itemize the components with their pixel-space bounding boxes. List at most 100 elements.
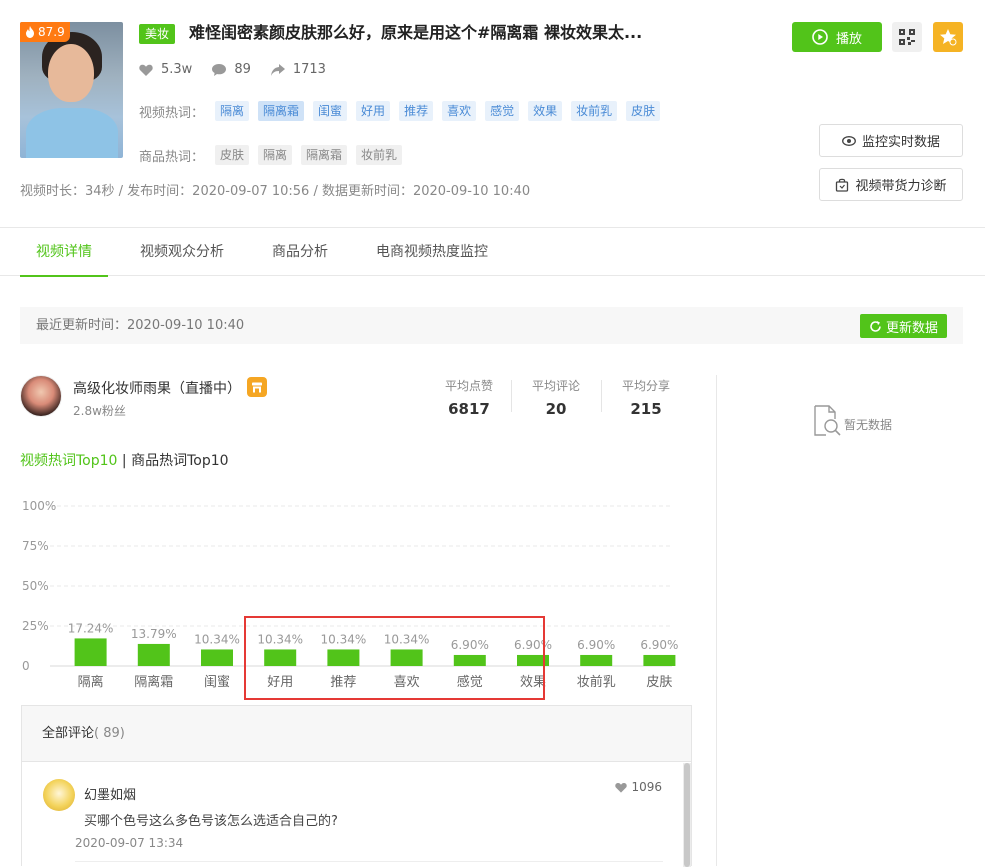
comments-count: 89 [234, 62, 251, 77]
product-hotwords-row: 商品热词： 皮肤 隔离 隔离霜 妆前乳 [139, 145, 411, 165]
comments-scrollbar[interactable] [683, 763, 691, 867]
tab-audience[interactable]: 视频观众分析 [140, 228, 224, 276]
video-tag[interactable]: 隔离 [215, 101, 250, 121]
video-tag[interactable]: 感觉 [485, 101, 520, 121]
comment-divider [75, 861, 663, 862]
comments-title: 全部评论 [42, 726, 95, 741]
heart-icon [139, 64, 153, 76]
video-thumbnail[interactable] [20, 22, 123, 158]
bar-value-label: 10.34% [194, 632, 240, 646]
x-tick-label: 隔离霜 [134, 674, 173, 690]
video-tag[interactable]: 效果 [528, 101, 563, 121]
comment-text: 买哪个色号这么多色号该怎么选适合自己的? [84, 814, 338, 829]
eye-icon [842, 135, 856, 146]
video-hotwords-label: 视频热词： [139, 105, 205, 121]
video-tag[interactable]: 妆前乳 [571, 101, 618, 121]
video-tag[interactable]: 推荐 [399, 101, 434, 121]
shares-count: 1713 [292, 62, 326, 77]
chart-bar [74, 638, 107, 666]
main-tabs: 视频详情 视频观众分析 商品分析 电商视频热度监控 [0, 227, 985, 277]
play-icon [812, 29, 828, 45]
video-tag[interactable]: 喜欢 [442, 101, 477, 121]
commenter-avatar[interactable] [43, 779, 75, 811]
tab-video-keywords[interactable]: 视频热词Top10 [20, 453, 117, 469]
play-label: 播放 [835, 31, 862, 47]
product-tag[interactable]: 妆前乳 [356, 145, 403, 165]
right-panel-divider [716, 375, 717, 866]
x-tick-label: 妆前乳 [577, 674, 616, 690]
avg-shares: 平均分享 215 [601, 377, 691, 418]
shop-icon[interactable] [247, 377, 267, 397]
keyword-tab-separator: | [117, 453, 132, 469]
chart-bar [137, 643, 170, 666]
author-name[interactable]: 高级化妆师雨果（直播中） [73, 378, 241, 398]
update-bar: 最近更新时间：2020-09-10 10:40 更新数据 [20, 307, 963, 344]
tab-video-detail[interactable]: 视频详情 [20, 228, 108, 277]
thumbnail-body [26, 108, 118, 158]
video-tag[interactable]: 闺蜜 [313, 101, 348, 121]
category-badge: 美妆 [139, 24, 176, 44]
comment-icon [212, 64, 227, 76]
product-tag[interactable]: 隔离霜 [301, 145, 348, 165]
comment-date: 2020-09-07 13:34 [75, 836, 184, 850]
comment-likes-count: 1096 [631, 780, 662, 794]
video-meta: 视频时长：34秒 / 发布时间：2020-09-07 10:56 / 数据更新时… [20, 184, 531, 199]
x-tick-label: 闺蜜 [204, 675, 230, 690]
diagnose-label: 视频带货力诊断 [855, 179, 947, 194]
tab-heat-monitor[interactable]: 电商视频热度监控 [376, 228, 488, 276]
keyword-chart-tabs: 视频热词Top10 | 商品热词Top10 [20, 450, 229, 470]
author-avatar[interactable] [20, 375, 62, 417]
chart-bar [201, 649, 233, 666]
hot-score-badge: 87.9 [20, 22, 70, 42]
shares-stat: 1713 [270, 60, 326, 80]
video-tag[interactable]: 隔离霜 [258, 101, 305, 121]
video-tag[interactable]: 好用 [356, 101, 391, 121]
product-tag[interactable]: 隔离 [258, 145, 293, 165]
hot-score: 87.9 [38, 25, 65, 39]
refresh-data-button[interactable]: 更新数据 [859, 314, 947, 338]
tab-product-keywords[interactable]: 商品热词Top10 [131, 453, 228, 469]
x-tick-label: 皮肤 [646, 675, 672, 690]
favorite-button[interactable] [933, 22, 963, 52]
comments-stat: 89 [212, 60, 251, 80]
comments-panel: 全部评论( 89) 幻墨如烟 买哪个色号这么多色号该怎么选适合自己的? 2020… [21, 705, 692, 867]
no-data-placeholder: 暂无数据 [812, 405, 892, 437]
highlight-box [244, 616, 545, 700]
scrollbar-thumb[interactable] [684, 763, 690, 867]
avg-comments: 平均评论 20 [511, 377, 601, 418]
monitor-realtime-button[interactable]: 监控实时数据 [819, 124, 963, 157]
qrcode-icon [899, 29, 915, 45]
y-tick-label: 100% [22, 499, 56, 513]
no-data-text: 暂无数据 [844, 418, 893, 432]
product-hotwords-label: 商品热词： [139, 149, 205, 165]
commenter-name[interactable]: 幻墨如烟 [84, 784, 136, 803]
no-data-icon [814, 405, 841, 436]
store-icon [252, 382, 262, 392]
bar-value-label: 13.79% [131, 627, 177, 641]
likes-count: 5.3w [161, 62, 193, 77]
comment-likes[interactable]: 1096 [615, 780, 662, 794]
avg-likes-value: 6817 [448, 400, 490, 418]
y-tick-label: 75% [22, 539, 49, 553]
share-icon [270, 64, 285, 76]
tab-product[interactable]: 商品分析 [272, 228, 328, 276]
chart-bar [643, 654, 676, 666]
video-title[interactable]: 难怪闺密素颜皮肤那么好，原来是用这个#隔离霜 裸妆效果太... [189, 22, 642, 44]
avg-comments-label: 平均评论 [531, 379, 580, 393]
author-fans: 2.8w粉丝 [73, 404, 126, 418]
y-tick-label: 25% [22, 619, 49, 633]
play-button[interactable]: 播放 [792, 22, 882, 52]
avg-shares-label: 平均分享 [621, 379, 670, 393]
video-tag[interactable]: 皮肤 [626, 101, 661, 121]
avg-likes: 平均点赞 6817 [424, 377, 514, 418]
product-tag[interactable]: 皮肤 [215, 145, 250, 165]
avg-comments-value: 20 [545, 400, 567, 418]
heart-icon [615, 782, 628, 793]
diagnose-button[interactable]: 视频带货力诊断 [819, 168, 963, 201]
video-hotwords-row: 视频热词： 隔离 隔离霜 闺蜜 好用 推荐 喜欢 感觉 效果 妆前乳 皮肤 [139, 101, 669, 121]
fire-icon [26, 26, 34, 38]
chart-bar [580, 654, 613, 666]
bag-icon [836, 178, 849, 192]
qrcode-button[interactable] [892, 22, 922, 52]
bar-value-label: 6.90% [577, 638, 615, 652]
